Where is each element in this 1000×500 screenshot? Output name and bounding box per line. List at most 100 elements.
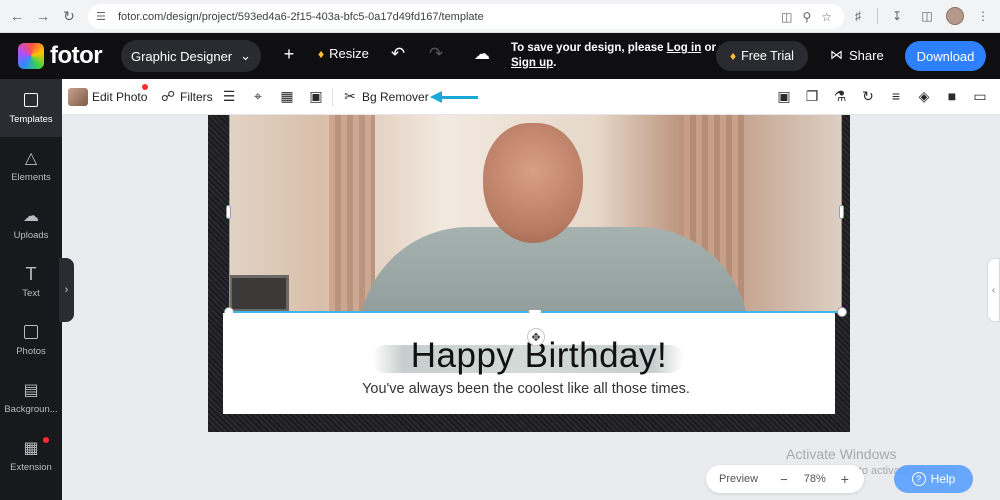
- image-icon[interactable]: ▣: [776, 88, 792, 105]
- cloud-upload-icon[interactable]: ☁: [470, 44, 494, 64]
- cast-icon[interactable]: ◫: [781, 10, 792, 24]
- resize-handle-right[interactable]: [839, 205, 844, 219]
- forward-icon[interactable]: →: [30, 3, 56, 29]
- adjust-button[interactable]: ☰: [221, 88, 237, 105]
- address-bar[interactable]: ☰ fotor.com/design/project/593ed4a6-2f15…: [88, 4, 844, 29]
- fotor-logo[interactable]: fotor: [18, 42, 103, 70]
- edit-photo-label: Edit Photo: [92, 90, 148, 104]
- canvas-photo[interactable]: [229, 115, 842, 312]
- resize-handle-bottom-right[interactable]: [837, 307, 847, 317]
- right-panel-handle[interactable]: ‹: [987, 258, 1000, 322]
- undo-icon[interactable]: ↶: [386, 44, 410, 64]
- lock-icon[interactable]: ■: [944, 88, 960, 105]
- photo-thumbnail: [68, 88, 88, 106]
- left-sidebar: Templates △ Elements ☁ Uploads T Text Ph…: [0, 79, 62, 500]
- zoom-in-button[interactable]: +: [841, 471, 849, 487]
- chevron-left-icon: ‹: [991, 284, 996, 296]
- question-icon: ?: [911, 472, 926, 486]
- save-message: To save your design, please Log in or Si…: [511, 41, 716, 71]
- photo-toolbar: Edit Photo ☍ Filters ☰ ⌖ ▦ ▣ ✂ Bg Remove…: [62, 79, 1000, 115]
- crop-icon: ⌖: [254, 88, 262, 104]
- move-icon[interactable]: ✥: [527, 328, 545, 346]
- person-body: [359, 227, 749, 312]
- downloads-icon[interactable]: ↧: [886, 4, 908, 28]
- sidebar-item-label: Uploads: [13, 230, 49, 241]
- zoom-icon[interactable]: ⚲: [802, 10, 811, 24]
- birthday-subtitle[interactable]: You've always been the coolest like all …: [300, 381, 752, 397]
- elements-icon: △: [24, 150, 38, 167]
- logo-mark-icon: [18, 43, 44, 69]
- login-link[interactable]: Log in: [667, 42, 702, 54]
- layers-icon[interactable]: ◈: [916, 88, 932, 105]
- sidebar-item-uploads[interactable]: ☁ Uploads: [0, 195, 62, 253]
- bookmark-star-icon[interactable]: ☆: [821, 10, 832, 24]
- save-prefix: To save your design, please: [511, 42, 664, 54]
- templates-icon: [22, 91, 40, 109]
- background-icon: ▤: [23, 382, 39, 399]
- sidebar-item-label: Elements: [11, 172, 51, 183]
- logo-text: fotor: [50, 42, 103, 69]
- filters-icon: ☍: [160, 88, 176, 104]
- edit-photo-button[interactable]: Edit Photo: [68, 88, 147, 106]
- notification-dot: [142, 84, 148, 90]
- chevron-down-icon: ⌄: [240, 48, 252, 63]
- or-text: or: [704, 42, 716, 54]
- sidebar-item-elements[interactable]: △ Elements: [0, 137, 62, 195]
- filters-button[interactable]: ☍ Filters: [160, 88, 213, 105]
- image-replace-icon: ▣: [309, 88, 323, 104]
- annotation-arrow-line: [440, 96, 478, 99]
- crop-button[interactable]: ⌖: [250, 88, 266, 105]
- resize-handle-left[interactable]: [226, 205, 231, 219]
- free-trial-button[interactable]: ♦ Free Trial: [716, 41, 808, 71]
- sidebar-item-templates[interactable]: Templates: [0, 79, 62, 137]
- bg-remover-button[interactable]: ✂ Bg Remover: [342, 88, 429, 105]
- divider: [877, 8, 878, 24]
- app-header: fotor Graphic Designer ⌄ + ♦ Resize ↶ ↷ …: [0, 33, 1000, 79]
- side-panel-icon[interactable]: ◫: [916, 4, 938, 28]
- menu-kebab-icon[interactable]: ⋮: [972, 4, 994, 28]
- align-icon[interactable]: ≡: [888, 88, 904, 105]
- zoom-value: 78%: [803, 473, 826, 485]
- back-icon[interactable]: ←: [4, 3, 30, 29]
- checkerboard-icon: ▦: [280, 88, 294, 104]
- site-info-icon[interactable]: ☰: [96, 10, 112, 23]
- sidebar-item-text[interactable]: T Text: [0, 253, 62, 311]
- picture-frame: [229, 275, 289, 312]
- replace-image-button[interactable]: ▣: [308, 88, 324, 105]
- sidebar-item-photos[interactable]: Photos: [0, 311, 62, 369]
- sidebar-item-extension[interactable]: ▦ Extension: [0, 427, 62, 485]
- redo-icon[interactable]: ↷: [424, 44, 448, 64]
- sidebar-item-background[interactable]: ▤ Backgroun...: [0, 369, 62, 427]
- free-trial-label: Free Trial: [741, 49, 794, 63]
- transparency-button[interactable]: ▦: [279, 88, 295, 105]
- upload-cloud-icon: ☁: [23, 208, 39, 225]
- add-icon[interactable]: +: [277, 44, 301, 65]
- sliders-icon: ☰: [222, 88, 236, 104]
- duplicate-icon[interactable]: ❐: [804, 88, 820, 105]
- stamp-icon[interactable]: ⚗: [832, 88, 848, 105]
- help-button[interactable]: ? Help: [894, 465, 973, 493]
- resize-button[interactable]: ♦ Resize: [318, 46, 369, 61]
- sidebar-item-label: Photos: [16, 346, 46, 357]
- designer-dropdown[interactable]: Graphic Designer ⌄: [121, 40, 261, 72]
- extensions-icon[interactable]: ♯: [847, 4, 869, 28]
- sidebar-item-label: Extension: [10, 462, 52, 473]
- profile-avatar[interactable]: [946, 7, 964, 25]
- share-button[interactable]: ⋈ Share: [830, 47, 884, 63]
- watermark-line1: Activate Windows: [786, 446, 897, 462]
- trash-icon[interactable]: ▭: [972, 88, 988, 105]
- rotate-icon[interactable]: ↻: [860, 88, 876, 105]
- download-button[interactable]: Download: [905, 41, 986, 71]
- signup-link[interactable]: Sign up: [511, 57, 553, 69]
- diamond-icon: ♦: [730, 49, 737, 63]
- preview-button[interactable]: Preview: [719, 473, 758, 485]
- sidebar-collapse-handle[interactable]: ›: [59, 258, 74, 322]
- browser-toolbar: ← → ↻ ☰ fotor.com/design/project/593ed4a…: [0, 0, 1000, 33]
- chevron-right-icon: ›: [64, 284, 69, 296]
- reload-icon[interactable]: ↻: [56, 3, 82, 29]
- zoom-out-button[interactable]: −: [780, 472, 788, 487]
- diamond-icon: ♦: [318, 46, 325, 61]
- resize-label: Resize: [329, 46, 369, 61]
- notification-dot: [43, 437, 49, 443]
- filters-label: Filters: [180, 89, 213, 104]
